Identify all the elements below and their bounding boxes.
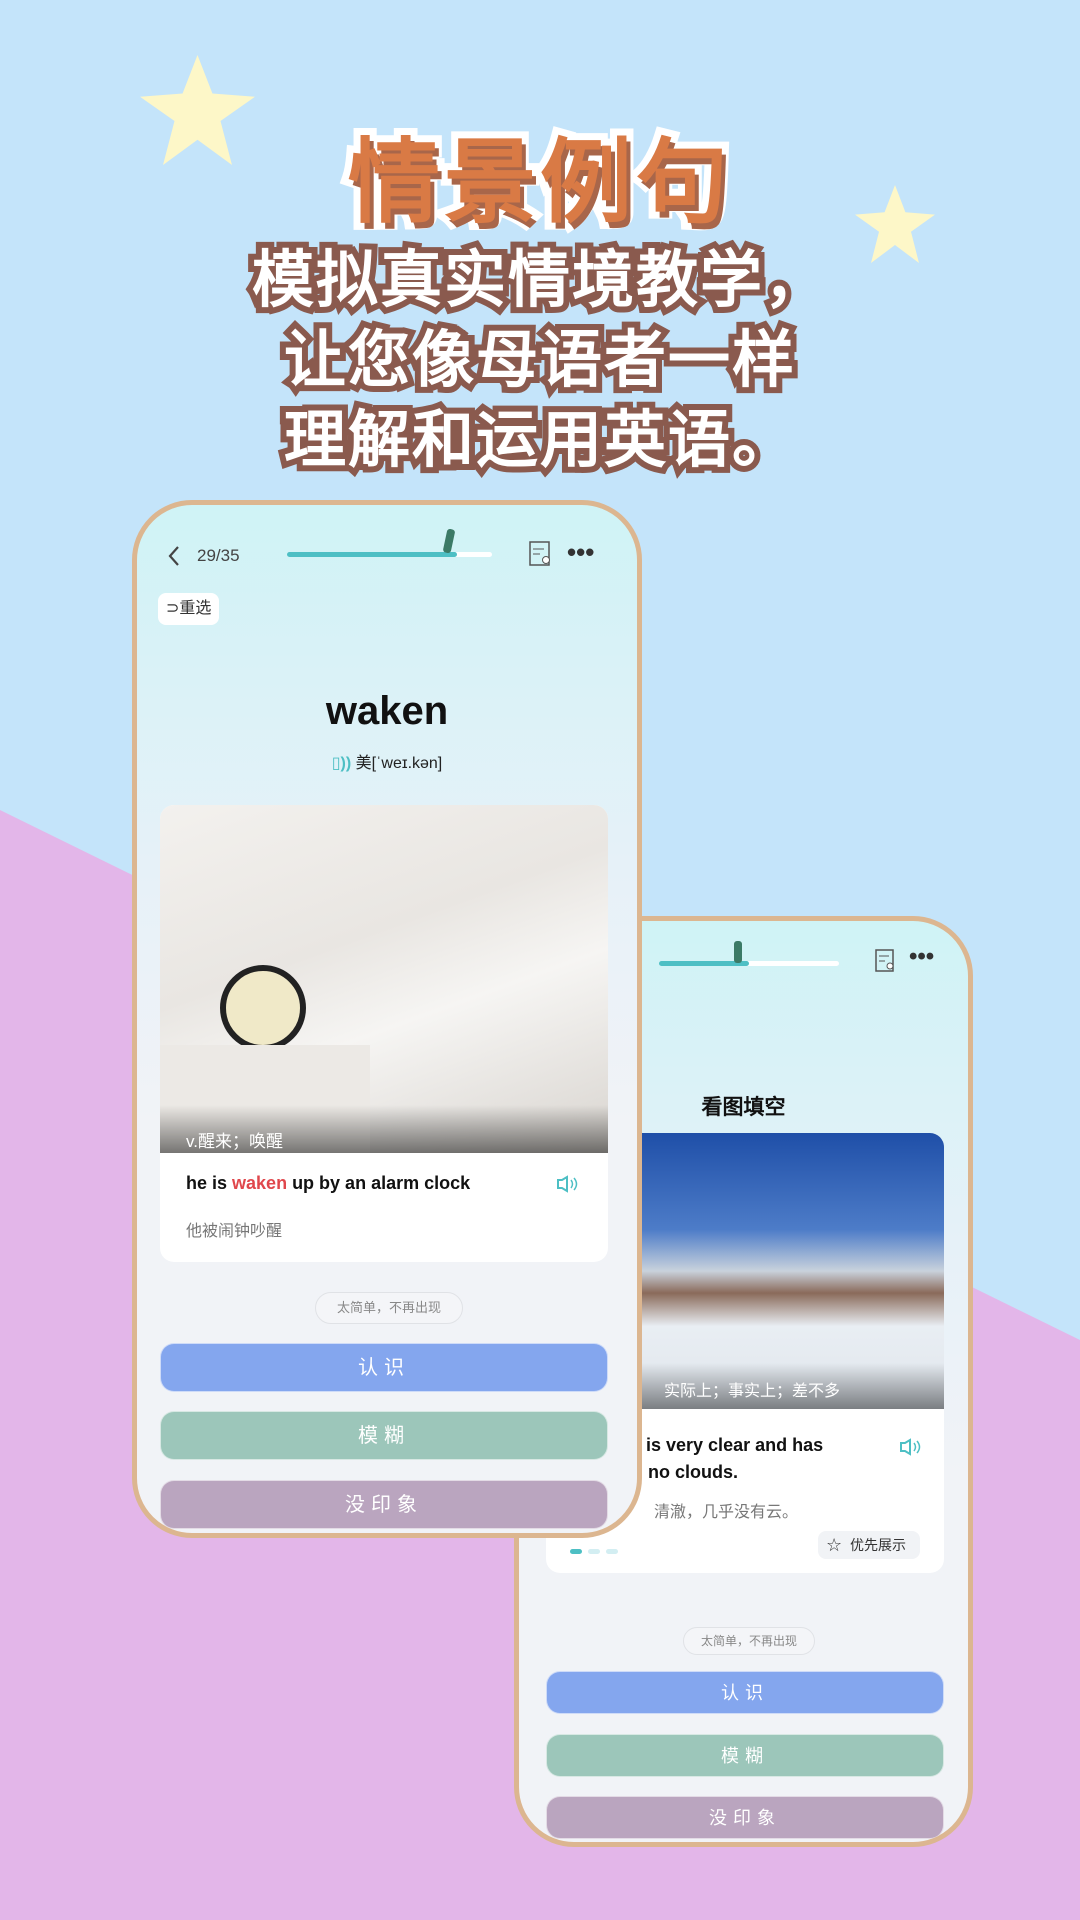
- image-caption: 实际上；事实上；差不多: [664, 1383, 841, 1400]
- pagination-dots: [570, 1541, 624, 1559]
- walker-icon: [442, 528, 456, 554]
- priority-button[interactable]: ☆ 优先展示: [818, 1531, 920, 1559]
- sentence-line1: is very clear and has: [646, 1435, 824, 1455]
- front-phone-screen: 29/35 ••• ⊃重选 waken ▯)) 美[ˈweɪ.kən] v.醒来…: [132, 500, 642, 1538]
- know-button[interactable]: 认识: [160, 1343, 608, 1392]
- banner-subtitle-1: 模拟真实情境教学，: [246, 237, 832, 322]
- image-caption: v.醒来；唤醒: [186, 1132, 283, 1151]
- reselect-button[interactable]: ⊃重选: [158, 593, 220, 625]
- progress-bar: [287, 552, 492, 557]
- speaker-icon[interactable]: ▯)): [332, 755, 356, 772]
- know-button[interactable]: 认识: [546, 1671, 944, 1714]
- translation: 清澈，几乎没有云。: [654, 1504, 799, 1521]
- unknown-button[interactable]: 没印象: [160, 1480, 608, 1529]
- too-easy-button[interactable]: 太简单，不再出现: [683, 1627, 815, 1655]
- vague-button[interactable]: 模糊: [160, 1411, 608, 1460]
- too-easy-button[interactable]: 太简单，不再出现: [315, 1292, 463, 1324]
- unknown-button[interactable]: 没印象: [546, 1796, 944, 1839]
- example-sentence: he is waken up by an alarm clock: [186, 1173, 471, 1193]
- more-icon[interactable]: •••: [567, 537, 594, 568]
- example-card: v.醒来；唤醒 he is waken up by an alarm clock…: [160, 805, 608, 1262]
- word-list-icon[interactable]: [875, 949, 897, 973]
- banner-subtitle-3: 理解和运用英语。: [278, 397, 800, 482]
- speaker-icon[interactable]: [899, 1438, 921, 1456]
- alarm-clock-photo: [160, 805, 608, 1153]
- progress-count: 29/35: [197, 546, 240, 565]
- word-list-icon[interactable]: [529, 541, 553, 567]
- translation: 他被闹钟吵醒: [186, 1223, 283, 1240]
- word: waken: [325, 689, 449, 733]
- vague-button[interactable]: 模糊: [546, 1734, 944, 1777]
- walker-icon: [734, 941, 742, 963]
- banner-subtitle-2: 让您像母语者一样: [278, 317, 800, 402]
- undo-icon: ⊃: [166, 600, 180, 617]
- progress-bar: [659, 961, 839, 966]
- sentence-line2: no clouds.: [648, 1462, 738, 1482]
- banner-title: 情景例句: [341, 122, 735, 243]
- speaker-icon[interactable]: [556, 1175, 578, 1193]
- more-icon[interactable]: •••: [909, 943, 934, 971]
- back-icon[interactable]: [167, 545, 181, 567]
- phonetic: ▯)) 美[ˈweɪ.kən]: [331, 755, 443, 772]
